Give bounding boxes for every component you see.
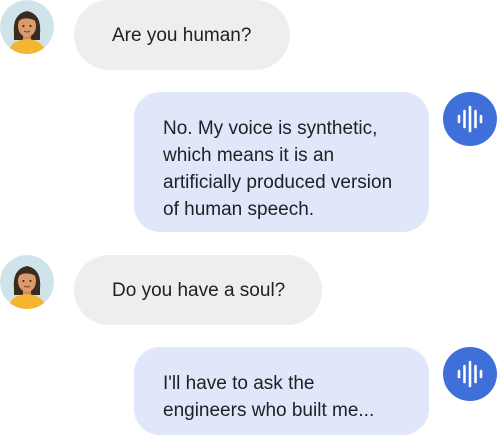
message-text-line: which means it is an	[163, 145, 335, 166]
assistant-message-bubble: No. My voice is synthetic, which means i…	[134, 92, 429, 232]
voice-waveform-icon	[457, 105, 483, 133]
message-text-line: engineers who built me...	[163, 400, 375, 421]
woman-avatar-icon	[0, 255, 54, 309]
message-text: Are you human?	[112, 24, 252, 46]
assistant-message-bubble: I'll have to ask the engineers who built…	[134, 347, 429, 435]
message-text-line: I'll have to ask the	[163, 373, 315, 394]
chat-conversation: Are you human? No. My voice is synthetic…	[0, 0, 500, 437]
message-text: Do you have a soul?	[112, 279, 286, 301]
woman-avatar-icon	[0, 0, 54, 54]
message-text-line: of human speech.	[163, 199, 315, 220]
message-text-line: artificially produced version	[163, 172, 393, 193]
user-avatar	[0, 0, 54, 54]
voice-waveform-icon	[457, 360, 483, 388]
assistant-avatar	[443, 92, 497, 146]
user-message-bubble: Are you human?	[74, 0, 290, 70]
message-text-line: No. My voice is synthetic,	[163, 118, 378, 139]
user-avatar	[0, 255, 54, 309]
user-message-bubble: Do you have a soul?	[74, 255, 322, 325]
assistant-avatar	[443, 347, 497, 401]
